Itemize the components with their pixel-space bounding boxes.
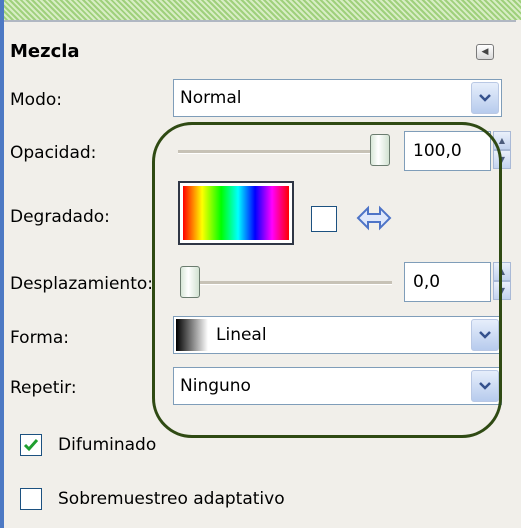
mode-select[interactable]: Normal: [173, 79, 502, 117]
mode-value: Normal: [180, 88, 242, 108]
spin-down-icon[interactable]: ▼: [493, 150, 511, 169]
repeat-select[interactable]: Ninguno: [173, 367, 502, 405]
offset-label: Desplazamiento:: [10, 274, 153, 294]
offset-slider-thumb[interactable]: [180, 266, 200, 298]
section-title: Mezcla: [10, 41, 80, 62]
opacity-value: 100,0: [413, 141, 462, 161]
dither-checkbox[interactable]: [20, 434, 42, 456]
spin-down-icon[interactable]: ▼: [493, 281, 511, 300]
triangle-left-icon: ◀: [481, 47, 489, 57]
linear-gradient-icon: [176, 319, 208, 351]
offset-spinbox[interactable]: 0,0: [404, 262, 491, 302]
top-strip: [0, 0, 521, 20]
adaptive-supersampling-checkbox[interactable]: [20, 488, 42, 510]
mode-label: Modo:: [10, 90, 62, 110]
offset-value: 0,0: [413, 272, 441, 292]
chevron-down-icon[interactable]: [471, 319, 499, 351]
gradient-swatch: [183, 186, 289, 240]
repeat-value: Ninguno: [180, 376, 251, 396]
opacity-spin-buttons[interactable]: ▲ ▼: [493, 131, 511, 171]
spin-up-icon[interactable]: ▲: [493, 131, 511, 150]
spin-up-icon[interactable]: ▲: [493, 262, 511, 281]
opacity-slider-thumb[interactable]: [370, 134, 390, 166]
adaptive-supersampling-label: Sobremuestreo adaptativo: [58, 489, 285, 509]
checkmark-icon: [23, 439, 39, 452]
shape-value: Lineal: [216, 325, 267, 345]
panel-top-border: [4, 20, 516, 22]
opacity-label: Opacidad:: [10, 143, 97, 163]
gradient-label: Degradado:: [10, 207, 110, 227]
opacity-spinbox[interactable]: 100,0: [404, 131, 491, 171]
chevron-down-icon[interactable]: [471, 82, 499, 114]
dither-label: Difuminado: [58, 435, 157, 455]
gradient-preview-button[interactable]: [178, 181, 294, 245]
swap-arrows-icon[interactable]: [355, 203, 393, 237]
shape-label: Forma:: [10, 328, 69, 348]
offset-spin-buttons[interactable]: ▲ ▼: [493, 262, 511, 302]
chevron-down-icon[interactable]: [471, 370, 499, 402]
reverse-gradient-checkbox[interactable]: [311, 206, 337, 232]
repeat-label: Repetir:: [10, 378, 77, 398]
opacity-slider-track[interactable]: [178, 150, 376, 154]
offset-slider-track[interactable]: [186, 281, 392, 285]
collapse-button[interactable]: ◀: [476, 44, 494, 60]
shape-select[interactable]: Lineal: [173, 316, 502, 354]
